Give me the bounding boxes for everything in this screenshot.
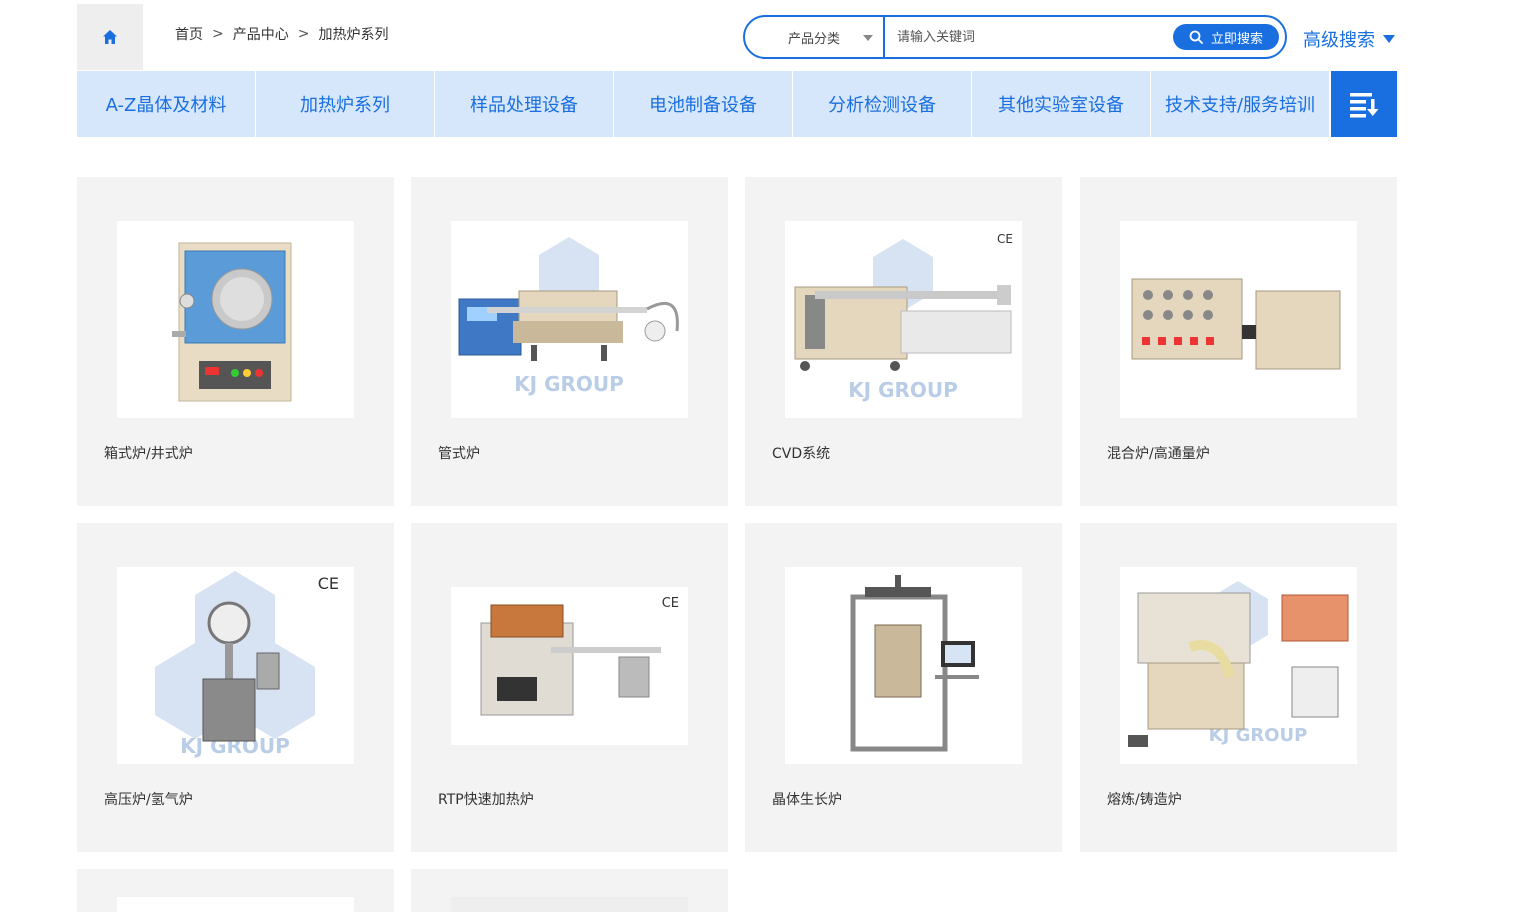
high-pressure-furnace-image: KJ GROUP CE xyxy=(155,571,339,758)
product-card[interactable]: KJ GROUP 管式炉 xyxy=(411,177,728,506)
product-image: KJ GROUP CE xyxy=(785,221,1022,418)
nav-item-battery[interactable]: 电池制备设备 xyxy=(614,71,793,137)
home-icon xyxy=(103,30,117,44)
product-image xyxy=(451,897,688,912)
watermark-text: KJ GROUP xyxy=(848,378,958,402)
home-button[interactable] xyxy=(77,4,143,70)
search-button-label: 立即搜索 xyxy=(1210,31,1263,47)
nav-item-analysis[interactable]: 分析检测设备 xyxy=(793,71,972,137)
watermark-text: KJ GROUP xyxy=(514,372,624,396)
search-button[interactable]: 立即搜索 xyxy=(1173,24,1279,50)
product-image: CE xyxy=(451,587,688,745)
svg-text:CE: CE xyxy=(318,574,339,593)
nav-item-other-lab[interactable]: 其他实验室设备 xyxy=(972,71,1151,137)
nav-item-furnaces[interactable]: 加热炉系列 xyxy=(256,71,435,137)
nav-item-crystals[interactable]: A-Z晶体及材料 xyxy=(77,71,256,137)
advanced-search-toggle[interactable]: 高级搜索 xyxy=(1303,26,1395,52)
triangle-down-icon xyxy=(1383,35,1395,43)
menu-toggle-button[interactable] xyxy=(1331,71,1397,137)
main-nav: A-Z晶体及材料 加热炉系列 样品处理设备 电池制备设备 分析检测设备 其他实验… xyxy=(77,71,1397,137)
svg-text:CE: CE xyxy=(997,232,1013,246)
hybrid-furnace-image xyxy=(1131,278,1341,370)
product-card[interactable] xyxy=(77,869,394,912)
product-card[interactable]: KJ GROUP CE CVD系统 xyxy=(745,177,1062,506)
product-label: 管式炉 xyxy=(438,446,480,462)
product-card[interactable]: 箱式炉/井式炉 xyxy=(77,177,394,506)
breadcrumb-current[interactable]: 加热炉系列 xyxy=(318,24,388,44)
product-label: 高压炉/氢气炉 xyxy=(104,792,193,808)
product-image xyxy=(785,567,1022,764)
product-card[interactable]: KJ GROUP 熔炼/铸造炉 xyxy=(1080,523,1397,852)
product-image: KJ GROUP CE xyxy=(117,567,354,764)
search-icon xyxy=(1189,30,1203,44)
product-image: KJ GROUP xyxy=(451,221,688,418)
product-label: 晶体生长炉 xyxy=(772,792,842,808)
breadcrumb-separator: > xyxy=(297,26,310,42)
breadcrumb: 首页 > 产品中心 > 加热炉系列 xyxy=(175,24,388,44)
sort-list-icon xyxy=(1350,93,1379,118)
product-label: CVD系统 xyxy=(772,446,831,462)
product-card[interactable]: KJ GROUP CE 高压炉/氢气炉 xyxy=(77,523,394,852)
tube-furnace-image: KJ GROUP xyxy=(458,237,679,396)
search-category-label: 产品分类 xyxy=(787,31,840,47)
svg-text:CE: CE xyxy=(662,596,679,611)
product-label: 混合炉/高通量炉 xyxy=(1107,446,1210,462)
cvd-system-image: KJ GROUP CE xyxy=(794,232,1013,402)
search-bar: 产品分类 立即搜索 xyxy=(743,15,1287,59)
product-card[interactable] xyxy=(411,869,728,912)
product-image xyxy=(1120,221,1357,418)
crystal-growth-furnace-image xyxy=(850,575,979,752)
nav-item-sample-processing[interactable]: 样品处理设备 xyxy=(435,71,614,137)
product-image xyxy=(117,897,354,912)
search-category-select[interactable]: 产品分类 xyxy=(745,17,885,57)
advanced-search-label: 高级搜索 xyxy=(1303,30,1375,51)
product-image: KJ GROUP xyxy=(1120,567,1357,764)
product-label: RTP快速加热炉 xyxy=(438,792,534,808)
nav-item-support[interactable]: 技术支持/服务培训 xyxy=(1151,71,1330,137)
product-card[interactable]: 混合炉/高通量炉 xyxy=(1080,177,1397,506)
product-label: 箱式炉/井式炉 xyxy=(104,446,193,462)
caret-down-icon xyxy=(863,35,873,41)
product-card[interactable]: CE RTP快速加热炉 xyxy=(411,523,728,852)
top-bar: 首页 > 产品中心 > 加热炉系列 产品分类 立即搜索 高级搜索 xyxy=(77,4,1397,70)
breadcrumb-home[interactable]: 首页 xyxy=(175,24,203,44)
rtp-furnace-image: CE xyxy=(480,596,679,716)
breadcrumb-products[interactable]: 产品中心 xyxy=(233,24,289,44)
box-furnace-image xyxy=(172,242,292,402)
product-card[interactable]: 晶体生长炉 xyxy=(745,523,1062,852)
breadcrumb-separator: > xyxy=(212,26,224,42)
product-label: 熔炼/铸造炉 xyxy=(1107,792,1182,808)
product-image xyxy=(117,221,354,418)
melting-furnace-image: KJ GROUP xyxy=(1128,581,1349,747)
